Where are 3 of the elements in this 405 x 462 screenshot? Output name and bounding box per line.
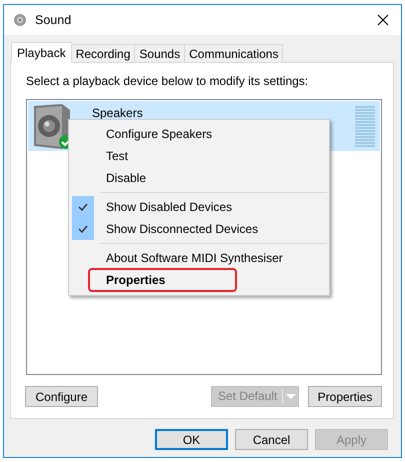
instruction-text: Select a playback device below to modify its settings: [26, 74, 310, 88]
window-title: Sound [35, 13, 72, 27]
device-name: Speakers [92, 106, 143, 120]
